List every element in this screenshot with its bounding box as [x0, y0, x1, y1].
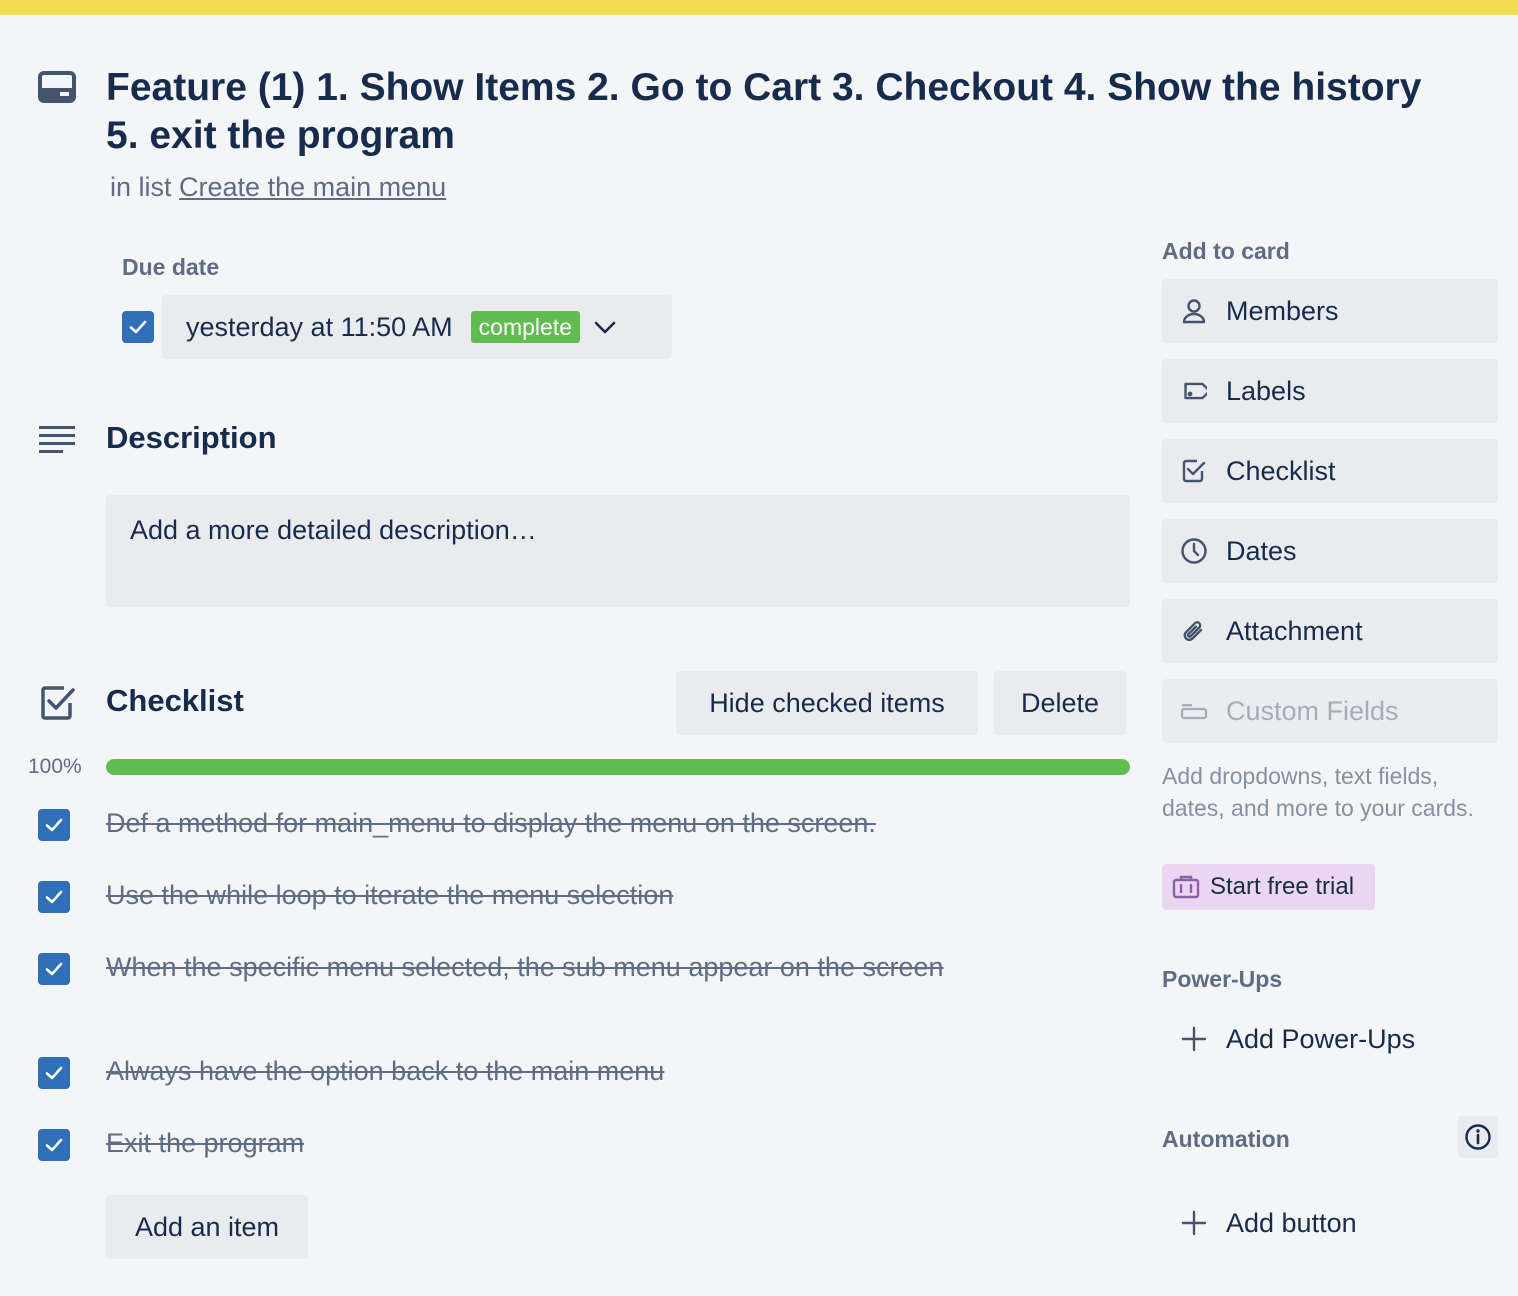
- checklist-icon: [40, 685, 76, 721]
- start-free-trial-button[interactable]: Start free trial: [1162, 864, 1375, 910]
- automation-heading: Automation: [1162, 1126, 1290, 1152]
- dates-label: Dates: [1226, 535, 1297, 566]
- description-title: Description: [106, 420, 277, 455]
- members-button[interactable]: Members: [1162, 279, 1498, 343]
- checklist-item-text[interactable]: When the specific menu selected, the sub…: [106, 947, 946, 987]
- due-date-label: Due date: [122, 254, 220, 280]
- plus-icon: [1162, 1210, 1226, 1236]
- plus-icon: [1162, 1026, 1226, 1052]
- hide-checked-items-button[interactable]: Hide checked items: [676, 671, 978, 735]
- start-free-trial-label: Start free trial: [1210, 873, 1355, 900]
- delete-checklist-button[interactable]: Delete: [994, 671, 1126, 735]
- add-button-button[interactable]: Add button: [1162, 1191, 1498, 1255]
- briefcase-icon: [1172, 874, 1200, 900]
- due-date-button[interactable]: yesterday at 11:50 AM complete: [162, 295, 672, 359]
- custom-fields-label: Custom Fields: [1226, 695, 1399, 726]
- add-item-button[interactable]: Add an item: [106, 1195, 308, 1259]
- in-list-prefix: in list: [110, 172, 172, 202]
- info-icon: [1464, 1123, 1492, 1151]
- clock-icon: [1162, 537, 1226, 565]
- checklist-item-checkbox[interactable]: [38, 1057, 70, 1089]
- checklist-item-checkbox[interactable]: [38, 953, 70, 985]
- add-power-ups-label: Add Power-Ups: [1226, 1023, 1416, 1054]
- power-ups-heading: Power-Ups: [1162, 966, 1283, 992]
- dates-button[interactable]: Dates: [1162, 519, 1498, 583]
- tag-icon: [1162, 378, 1226, 404]
- attachment-label: Attachment: [1226, 615, 1363, 646]
- due-complete-checkbox[interactable]: [122, 311, 154, 343]
- custom-fields-note: Add dropdowns, text fields, dates, and m…: [1162, 763, 1474, 821]
- card-title[interactable]: Feature (1) 1. Show Items 2. Go to Cart …: [106, 64, 1426, 160]
- labels-button[interactable]: Labels: [1162, 359, 1498, 423]
- card-icon: [38, 71, 76, 103]
- chevron-down-icon: [592, 314, 618, 340]
- custom-fields-button[interactable]: Custom Fields: [1162, 679, 1498, 743]
- checklist-item-checkbox[interactable]: [38, 809, 70, 841]
- checklist-button[interactable]: Checklist: [1162, 439, 1498, 503]
- check-icon: [45, 818, 63, 832]
- check-icon: [129, 320, 147, 334]
- list-name-link[interactable]: Create the main menu: [179, 172, 446, 202]
- add-power-ups-button[interactable]: Add Power-Ups: [1162, 1007, 1498, 1071]
- labels-label: Labels: [1226, 375, 1306, 406]
- checklist-item-text[interactable]: Def a method for main_menu to display th…: [106, 803, 946, 843]
- checklist-percent: 100%: [28, 755, 82, 778]
- board-color-bar: [0, 0, 1518, 15]
- checklist-item-text[interactable]: Exit the program: [106, 1123, 946, 1163]
- checklist-label: Checklist: [1226, 455, 1336, 486]
- attachment-button[interactable]: Attachment: [1162, 599, 1498, 663]
- checklist-item-checkbox[interactable]: [38, 1129, 70, 1161]
- complete-badge: complete: [470, 311, 580, 343]
- checklist-item-text[interactable]: Use the while loop to iterate the menu s…: [106, 875, 946, 915]
- check-icon: [45, 1138, 63, 1152]
- list-location: in list Create the main menu: [110, 172, 446, 203]
- check-icon: [45, 962, 63, 976]
- field-icon: [1162, 701, 1226, 721]
- add-button-label: Add button: [1226, 1207, 1357, 1238]
- checklist-icon: [1162, 458, 1226, 484]
- checklist-title[interactable]: Checklist: [106, 683, 244, 719]
- checklist-progress-bar: [106, 759, 1130, 775]
- automation-info-button[interactable]: [1458, 1116, 1498, 1158]
- members-label: Members: [1226, 295, 1339, 326]
- person-icon: [1162, 298, 1226, 324]
- checklist-item-checkbox[interactable]: [38, 881, 70, 913]
- checklist-progress-fill: [106, 759, 1130, 775]
- check-icon: [45, 890, 63, 904]
- description-input[interactable]: Add a more detailed description…: [106, 495, 1130, 607]
- add-to-card-heading: Add to card: [1162, 238, 1290, 264]
- description-icon: [38, 425, 76, 455]
- paperclip-icon: [1162, 618, 1226, 644]
- check-icon: [45, 1066, 63, 1080]
- due-date-value: yesterday at 11:50 AM: [186, 311, 453, 342]
- checklist-item-text[interactable]: Always have the option back to the main …: [106, 1051, 946, 1091]
